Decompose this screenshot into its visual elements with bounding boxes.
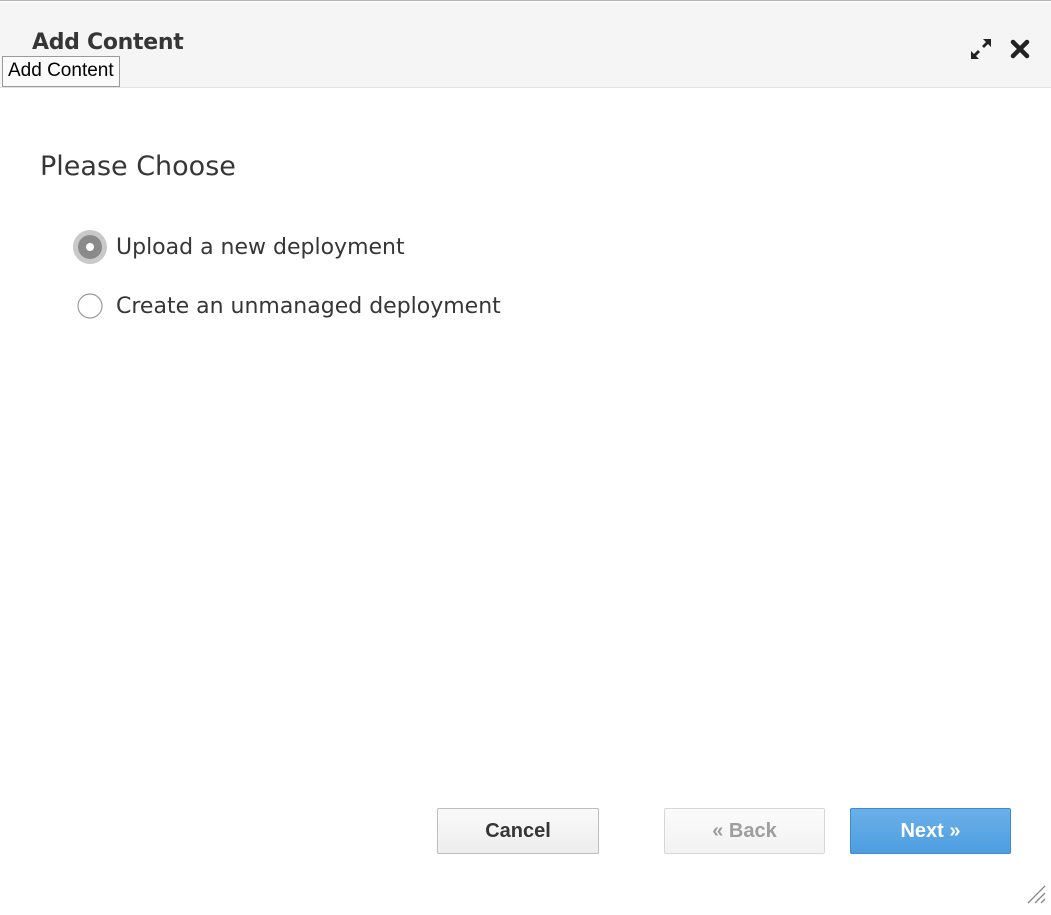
- radio-unmanaged-deployment[interactable]: [72, 288, 108, 324]
- back-button[interactable]: « Back: [664, 808, 825, 854]
- cancel-button[interactable]: Cancel: [437, 808, 599, 854]
- title-tooltip: Add Content: [2, 56, 120, 87]
- option-label: Create an unmanaged deployment: [116, 293, 501, 319]
- option-upload-deployment[interactable]: Upload a new deployment: [72, 229, 405, 265]
- radio-upload-deployment[interactable]: [72, 229, 108, 265]
- dialog-header: Add Content: [0, 2, 1051, 88]
- dialog-title: Add Content: [32, 30, 184, 55]
- option-unmanaged-deployment[interactable]: Create an unmanaged deployment: [72, 288, 501, 324]
- next-button[interactable]: Next »: [850, 808, 1011, 854]
- resize-grip-icon[interactable]: [1025, 883, 1047, 905]
- section-heading: Please Choose: [40, 151, 236, 182]
- option-label: Upload a new deployment: [116, 234, 405, 260]
- close-icon[interactable]: [1008, 37, 1032, 61]
- maximize-icon[interactable]: [969, 37, 993, 61]
- add-content-dialog: Add Content Add Content Please Choose Up…: [0, 0, 1051, 915]
